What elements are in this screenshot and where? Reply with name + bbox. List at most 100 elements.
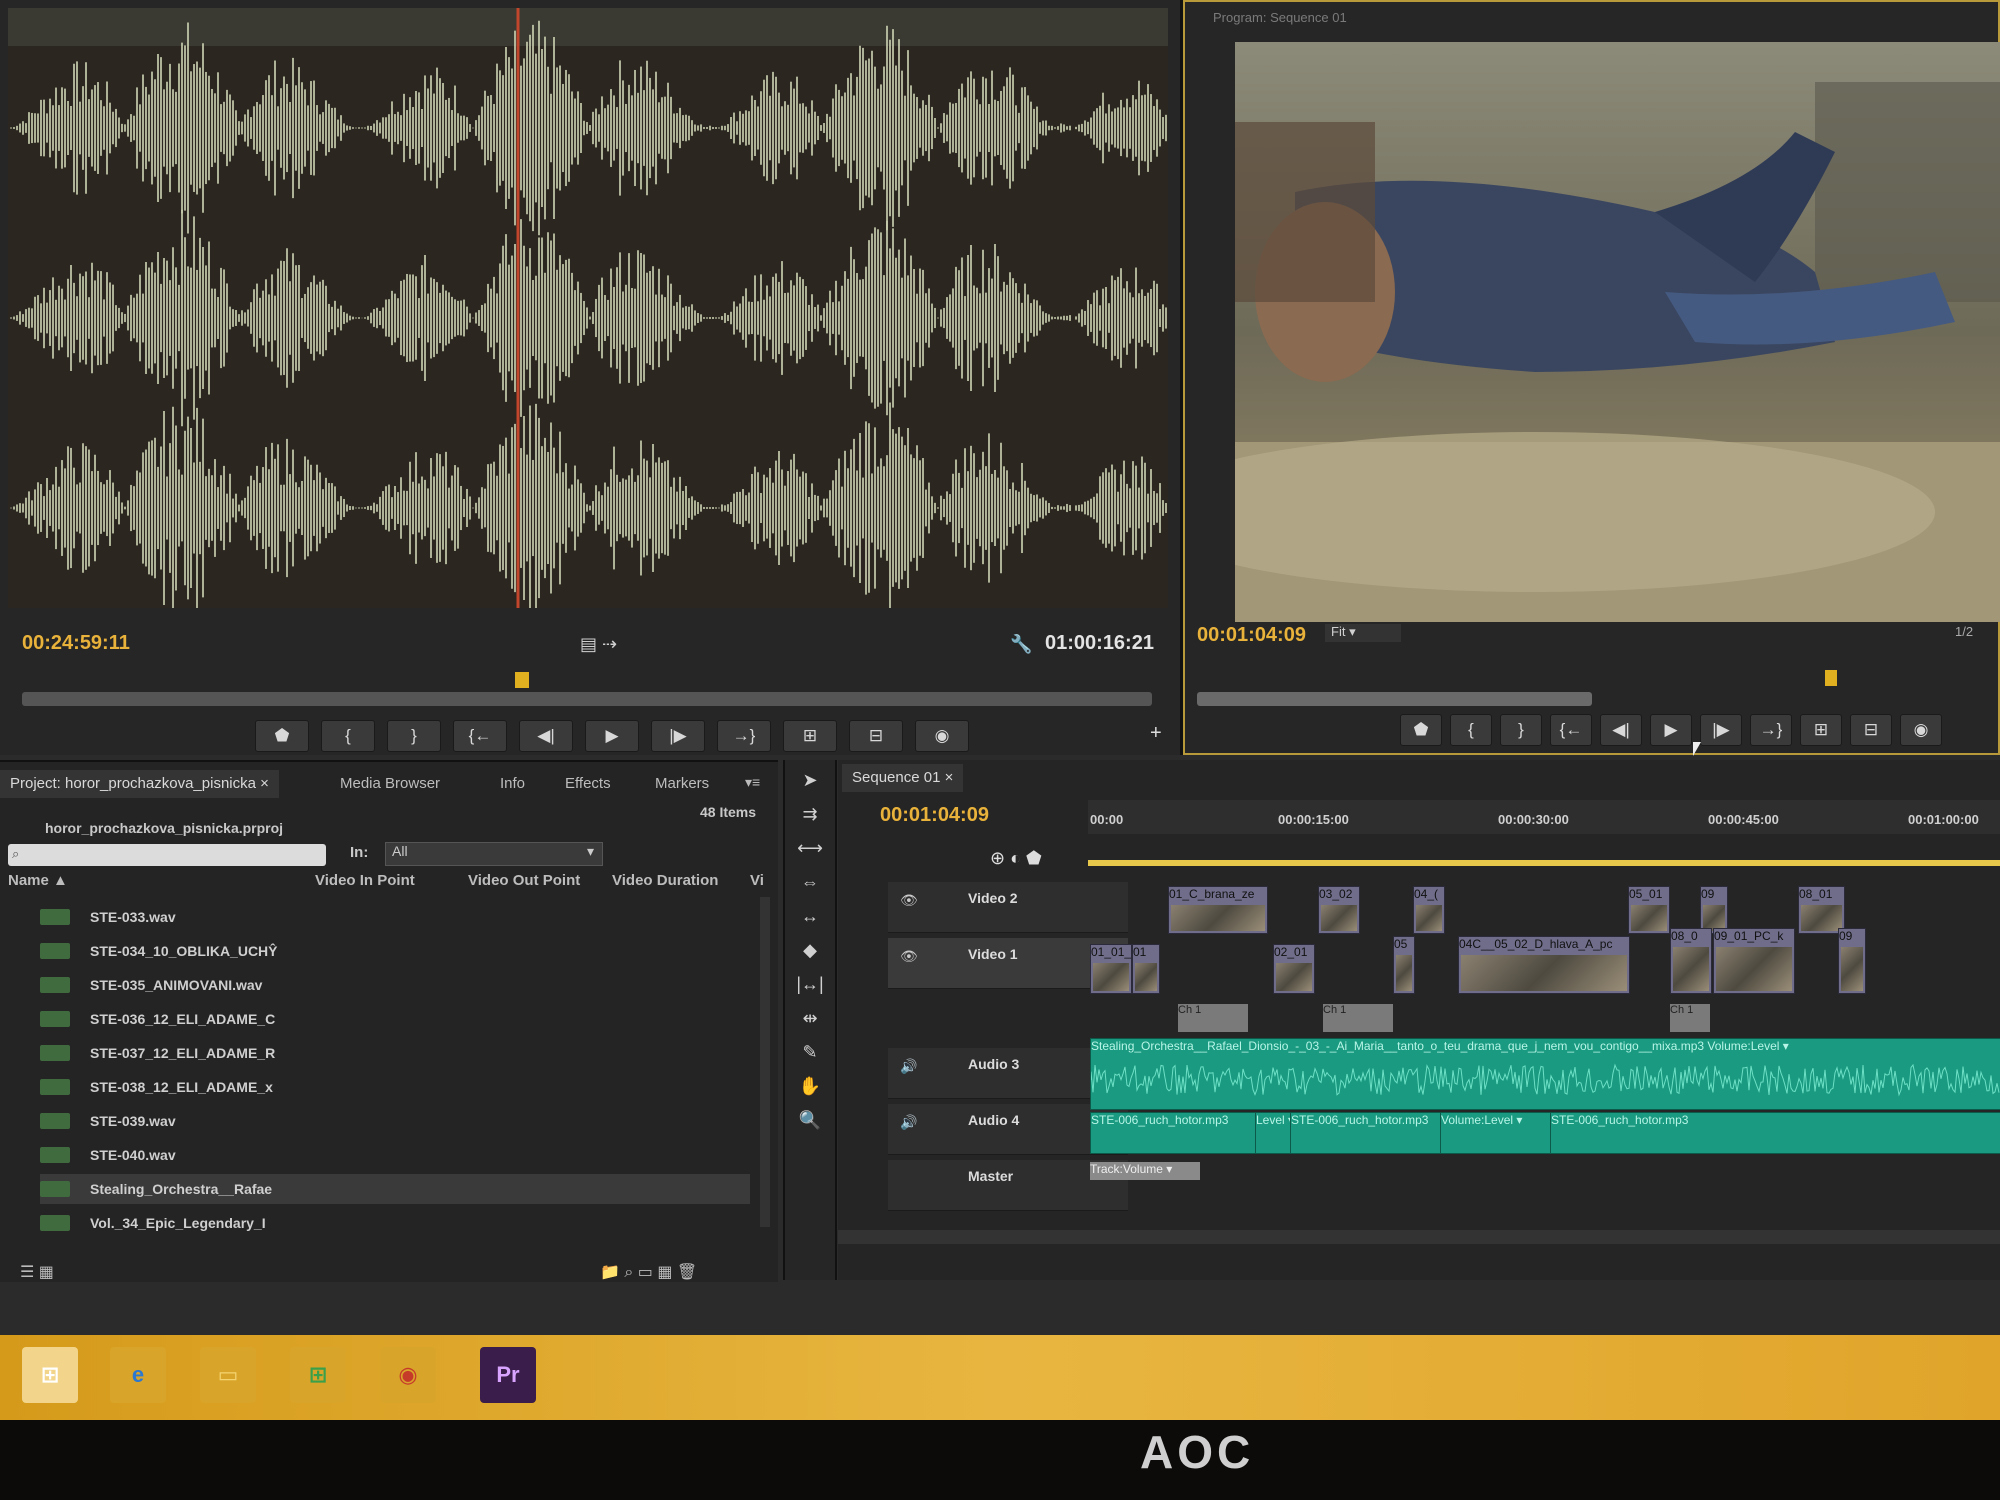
program-play-button[interactable]: ▶ bbox=[1650, 714, 1692, 746]
snap-icon[interactable]: ⊕ ◐ ⬟ bbox=[990, 848, 1042, 869]
hand-tool-icon[interactable]: ✋ bbox=[796, 1072, 824, 1100]
program-scrubbar[interactable] bbox=[1197, 692, 1592, 706]
tab-project[interactable]: Project: horor_prochazkova_pisnicka × bbox=[0, 770, 279, 798]
column-header-video-out[interactable]: Video Out Point bbox=[468, 872, 580, 889]
list-item[interactable]: STE-038_12_ELI_ADAME_x bbox=[40, 1072, 273, 1102]
settings-icon[interactable]: ▤ ⇢ bbox=[580, 634, 617, 655]
list-view-icon[interactable]: ☰ ▦ bbox=[20, 1262, 54, 1282]
step-back-button[interactable]: ◀| bbox=[519, 720, 573, 752]
video-clip[interactable]: 05_01 bbox=[1628, 886, 1670, 934]
fit-dropdown[interactable]: Fit ▾ bbox=[1325, 624, 1401, 642]
video-clip[interactable]: 09_01_PC_k bbox=[1713, 928, 1795, 994]
timeline-current-timecode[interactable]: 00:01:04:09 bbox=[880, 804, 989, 827]
list-item[interactable]: STE-034_10_OBLIKA_UCHŶ bbox=[40, 936, 278, 966]
audio-clip[interactable]: STE-006_ruch_hotor.mp3 bbox=[1290, 1112, 1442, 1154]
video-clip[interactable]: 05 bbox=[1393, 936, 1415, 994]
chrome-icon[interactable]: ◉ bbox=[380, 1347, 436, 1403]
audio-clip-ch1[interactable]: Ch 1 bbox=[1323, 1004, 1393, 1032]
work-area-bar[interactable] bbox=[1088, 860, 2000, 866]
internet-explorer-icon[interactable]: e bbox=[110, 1347, 166, 1403]
music-audio-clip[interactable]: Stealing_Orchestra__Rafael_Dionsio_-_03_… bbox=[1090, 1038, 2000, 1110]
overwrite-button[interactable]: ⊟ bbox=[849, 720, 903, 752]
tab-sequence-01[interactable]: Sequence 01 × bbox=[842, 764, 964, 792]
video-clip[interactable]: 01 bbox=[1132, 944, 1160, 994]
video-clip[interactable]: 04_( bbox=[1413, 886, 1445, 934]
tab-effects[interactable]: Effects bbox=[555, 770, 621, 798]
column-header-video-duration[interactable]: Video Duration bbox=[612, 872, 718, 889]
razor-tool-icon[interactable]: ◆ bbox=[796, 936, 824, 964]
play-button[interactable]: ▶ bbox=[585, 720, 639, 752]
column-header-name[interactable]: Name ▲ bbox=[8, 872, 68, 889]
pen-tool-icon[interactable]: ✎ bbox=[796, 1038, 824, 1066]
program-video-frame[interactable] bbox=[1235, 42, 2000, 622]
slip-tool-icon[interactable]: |↔| bbox=[796, 970, 824, 998]
program-mark-in-button[interactable]: { bbox=[1450, 714, 1492, 746]
audio-clip[interactable]: STE-006_ruch_hotor.mp3 bbox=[1550, 1112, 2000, 1154]
column-header-video-in[interactable]: Video In Point bbox=[315, 872, 415, 889]
video-clip[interactable]: 01_01_l bbox=[1090, 944, 1132, 994]
timeline-scrollbar[interactable] bbox=[838, 1230, 2000, 1244]
eye-icon[interactable]: 👁 bbox=[900, 948, 918, 965]
export-frame-button[interactable]: ◉ bbox=[915, 720, 969, 752]
audio-clip-ch1[interactable]: Ch 1 bbox=[1670, 1004, 1710, 1032]
rolling-edit-tool-icon[interactable]: ⇔ bbox=[796, 868, 824, 896]
tab-info[interactable]: Info bbox=[490, 770, 535, 798]
track-volume-dropdown[interactable]: Track:Volume ▾ bbox=[1090, 1162, 1200, 1180]
video-clip[interactable]: 01_C_brana_ze bbox=[1168, 886, 1268, 934]
video-clip[interactable]: 02_01 bbox=[1273, 944, 1315, 994]
selection-tool-icon[interactable]: ➤ bbox=[796, 766, 824, 794]
video-clip[interactable]: 03_02 bbox=[1318, 886, 1360, 934]
tab-media-browser[interactable]: Media Browser bbox=[330, 770, 450, 798]
program-go-out-button[interactable]: →} bbox=[1750, 714, 1792, 746]
list-item[interactable]: Stealing_Orchestra__Rafae bbox=[40, 1174, 750, 1204]
ripple-edit-tool-icon[interactable]: ⟷ bbox=[796, 834, 824, 862]
project-search-input[interactable]: ⌕ bbox=[8, 844, 326, 866]
mark-in-button[interactable]: { bbox=[321, 720, 375, 752]
eye-icon[interactable]: 👁 bbox=[900, 892, 918, 909]
add-marker-button[interactable]: ⬟ bbox=[255, 720, 309, 752]
program-playhead-marker[interactable] bbox=[1825, 670, 1837, 686]
extract-button[interactable]: ⊟ bbox=[1850, 714, 1892, 746]
video-clip[interactable]: 09 bbox=[1700, 886, 1728, 934]
list-item[interactable]: STE-035_ANIMOVANI.wav bbox=[40, 970, 262, 1000]
list-item[interactable]: STE-033.wav bbox=[40, 902, 176, 932]
rate-stretch-tool-icon[interactable]: ↔ bbox=[796, 902, 824, 930]
video-clip[interactable]: 09 bbox=[1838, 928, 1866, 994]
panel-menu-icon[interactable]: ▾≡ bbox=[745, 774, 760, 791]
program-mark-out-button[interactable]: } bbox=[1500, 714, 1542, 746]
video-clip[interactable]: 08_0 bbox=[1670, 928, 1712, 994]
store-icon[interactable]: ⊞ bbox=[290, 1347, 346, 1403]
file-explorer-icon[interactable]: ▭ bbox=[200, 1347, 256, 1403]
wrench-icon[interactable]: 🔧 bbox=[1010, 634, 1032, 655]
insert-button[interactable]: ⊞ bbox=[783, 720, 837, 752]
column-header-vi[interactable]: Vi bbox=[750, 872, 764, 889]
audio-clip[interactable]: STE-006_ruch_hotor.mp3 bbox=[1090, 1112, 1257, 1154]
program-step-forward-button[interactable]: |▶ bbox=[1700, 714, 1742, 746]
resolution-select[interactable]: 1/2 bbox=[1955, 624, 1973, 639]
program-step-back-button[interactable]: ◀| bbox=[1600, 714, 1642, 746]
slide-tool-icon[interactable]: ⇹ bbox=[796, 1004, 824, 1032]
speaker-icon[interactable]: 🔊 bbox=[900, 1058, 917, 1075]
track-header-video2[interactable]: 👁 Video 2 bbox=[888, 882, 1128, 933]
mark-out-button[interactable]: } bbox=[387, 720, 441, 752]
audio-clip-ch1[interactable]: Ch 1 bbox=[1178, 1004, 1248, 1032]
list-item[interactable]: STE-036_12_ELI_ADAME_C bbox=[40, 1004, 275, 1034]
list-item[interactable]: STE-040.wav bbox=[40, 1140, 176, 1170]
source-scrubbar[interactable] bbox=[22, 692, 1152, 706]
go-to-in-button[interactable]: {← bbox=[453, 720, 507, 752]
playhead-marker[interactable] bbox=[515, 672, 529, 688]
lift-button[interactable]: ⊞ bbox=[1800, 714, 1842, 746]
list-item[interactable]: STE-039.wav bbox=[40, 1106, 176, 1136]
go-to-out-button[interactable]: →} bbox=[717, 720, 771, 752]
new-bin-icon[interactable]: 📁 ⌕ ▭ ▦ 🗑 bbox=[600, 1262, 697, 1282]
source-current-timecode[interactable]: 00:24:59:11 bbox=[22, 632, 130, 655]
program-export-frame-button[interactable]: ◉ bbox=[1900, 714, 1942, 746]
video-clip[interactable]: 08_01 bbox=[1798, 886, 1845, 934]
start-button-icon[interactable]: ⊞ bbox=[22, 1347, 78, 1403]
audio-clip[interactable]: Volume:Level ▾ bbox=[1440, 1112, 1552, 1154]
premiere-pro-icon[interactable]: Pr bbox=[480, 1347, 536, 1403]
zoom-tool-icon[interactable]: 🔍 bbox=[796, 1106, 824, 1134]
audio-waveform[interactable] bbox=[8, 8, 1168, 608]
audio-clip[interactable]: Level ▾ bbox=[1255, 1112, 1292, 1154]
list-item[interactable]: STE-037_12_ELI_ADAME_R bbox=[40, 1038, 275, 1068]
